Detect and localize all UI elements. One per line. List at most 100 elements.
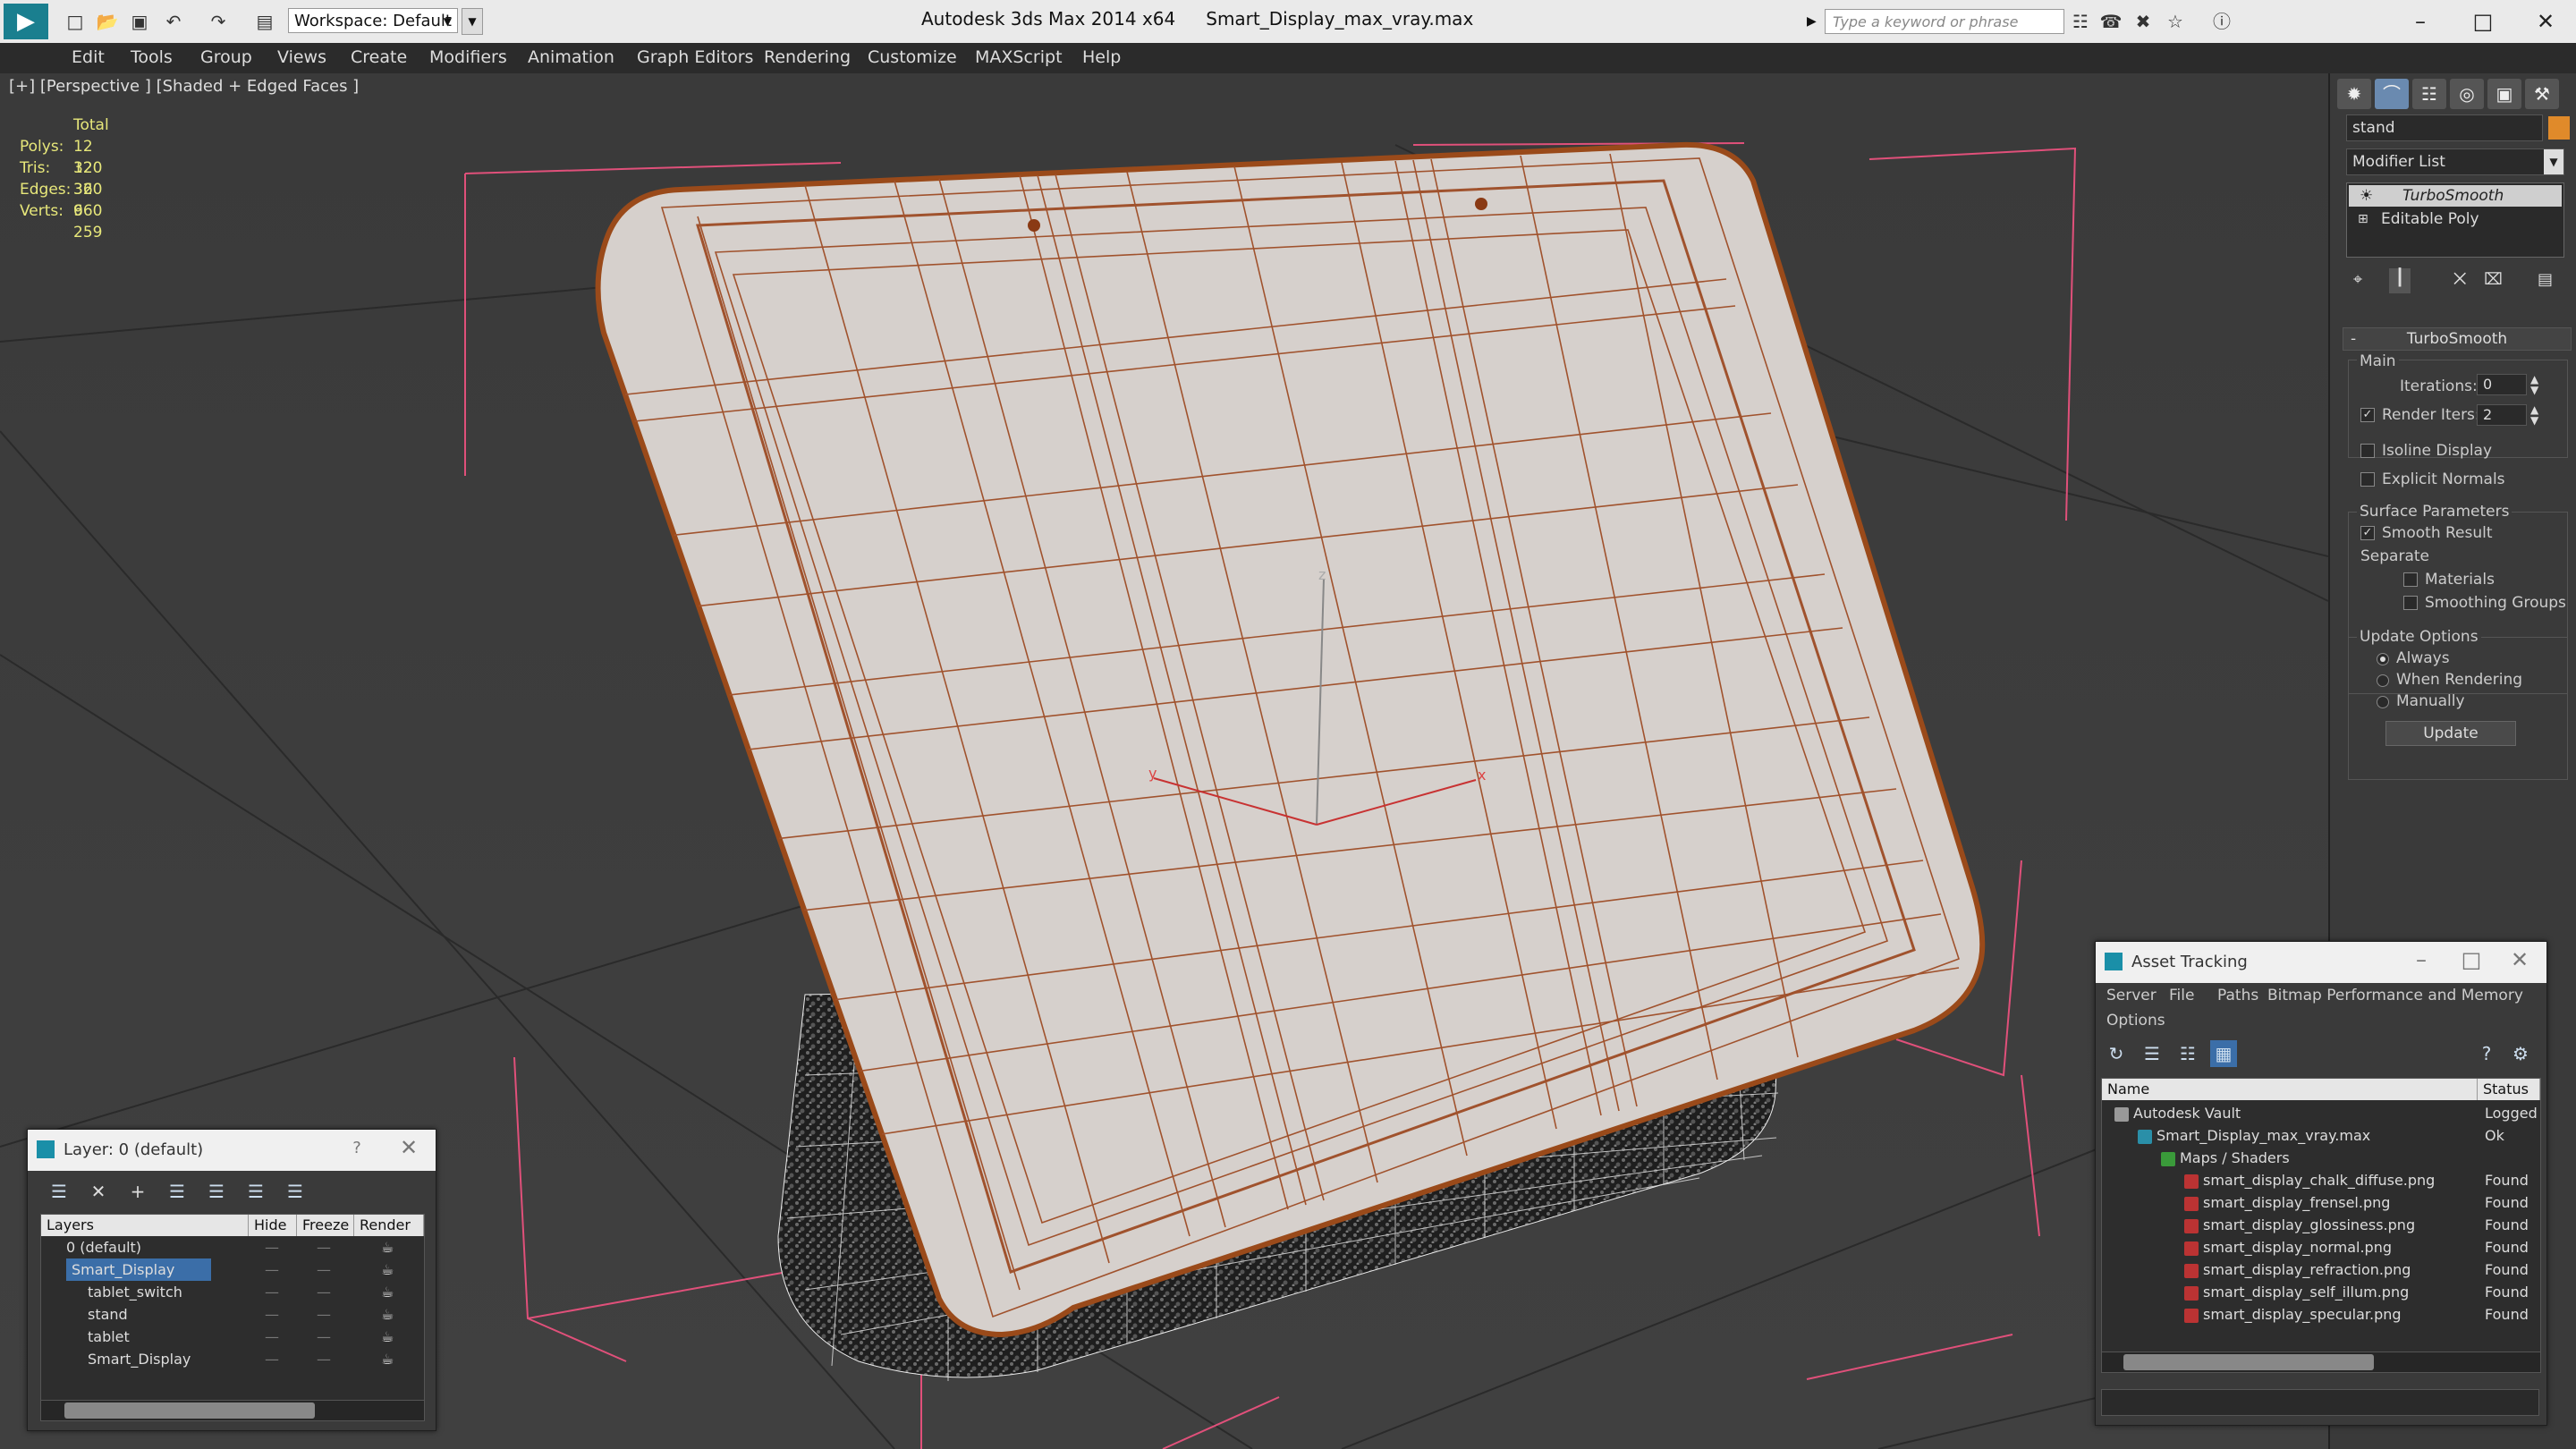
asset-path-field[interactable] (2101, 1389, 2539, 1416)
render-iters-checkbox[interactable]: ✓ (2360, 408, 2375, 422)
table-row[interactable]: smart_display_specular.png Found (2102, 1303, 2540, 1326)
asset-menu-bitmap-performance[interactable]: Bitmap Performance and Memory (2267, 987, 2523, 1004)
lightbulb-icon[interactable]: ☀ (2360, 185, 2373, 207)
menu-create[interactable]: Create (351, 47, 407, 67)
highlight-layer-icon[interactable]: ☰ (203, 1178, 230, 1205)
help-icon[interactable]: ? (2473, 1040, 2500, 1067)
table-row[interactable]: smart_display_normal.png Found (2102, 1236, 2540, 1258)
asset-menu-server[interactable]: Server (2106, 987, 2157, 1004)
display-tab-icon[interactable]: ▣ (2487, 79, 2521, 109)
menu-graph-editors[interactable]: Graph Editors (637, 47, 753, 67)
table-row[interactable]: smart_display_refraction.png Found (2102, 1258, 2540, 1281)
project-folder-icon[interactable]: ▤ (252, 9, 277, 34)
new-file-icon[interactable]: □ (63, 9, 88, 34)
freeze-toggle[interactable]: — (317, 1348, 331, 1370)
menu-maxscript[interactable]: MAXScript (975, 47, 1063, 67)
workspace-dropdown[interactable]: Workspace: Default ▼ (288, 8, 458, 33)
freeze-all-icon[interactable]: ☰ (282, 1178, 309, 1205)
stack-item-editable-poly[interactable]: ⊞ Editable Poly (2349, 208, 2562, 230)
table-row[interactable]: 0 (default) — — ☕ (41, 1236, 424, 1258)
render-iters-spinner[interactable]: 2 (2477, 404, 2527, 426)
table-row[interactable]: Smart_Display_max_vray.max Ok (2102, 1124, 2540, 1147)
smooth-result-checkbox[interactable]: ✓ (2360, 526, 2375, 540)
close-button[interactable]: ✕ (2519, 4, 2572, 39)
scrollbar-thumb[interactable] (64, 1402, 315, 1419)
asset-menu-file[interactable]: File (2169, 987, 2194, 1004)
add-to-layer-icon[interactable]: + (124, 1178, 151, 1205)
maximize-button[interactable]: □ (2456, 4, 2510, 39)
close-icon[interactable]: ✕ (2504, 947, 2536, 972)
app-logo-icon[interactable]: ▶ (4, 4, 48, 39)
menu-animation[interactable]: Animation (528, 47, 614, 67)
hierarchy-tab-icon[interactable]: ☷ (2412, 79, 2446, 109)
expand-plus-icon[interactable]: ⊞ (2358, 208, 2368, 230)
layer-dialog-titlebar[interactable]: Layer: 0 (default) ? ✕ (28, 1130, 436, 1171)
freeze-toggle[interactable]: — (317, 1281, 331, 1303)
asset-dialog-titlebar[interactable]: Asset Tracking – □ ✕ (2096, 942, 2546, 983)
object-color-swatch[interactable] (2548, 116, 2570, 140)
object-name-field[interactable]: stand (2346, 114, 2543, 141)
teapot-icon[interactable]: ☕ (381, 1281, 394, 1303)
hide-toggle[interactable]: — (265, 1236, 279, 1258)
table-row[interactable]: Maps / Shaders (2102, 1147, 2540, 1169)
utilities-tab-icon[interactable]: ⚒ (2525, 79, 2559, 109)
minimize-icon[interactable]: – (2405, 947, 2437, 972)
table-row[interactable]: Autodesk Vault Logged (2102, 1102, 2540, 1124)
select-objects-icon[interactable]: ☰ (164, 1178, 191, 1205)
maximize-icon[interactable]: □ (2455, 947, 2487, 972)
menu-help[interactable]: Help (1082, 47, 1121, 67)
hide-toggle[interactable]: — (265, 1348, 279, 1370)
status-column-header[interactable]: Status (2478, 1079, 2540, 1100)
close-icon[interactable]: ✕ (393, 1135, 425, 1160)
hide-toggle[interactable]: — (265, 1258, 279, 1281)
menu-group[interactable]: Group (200, 47, 252, 67)
search-expand-icon[interactable]: ▶ (1807, 9, 1823, 34)
teapot-icon[interactable]: ☕ (381, 1348, 394, 1370)
save-file-icon[interactable]: ▣ (127, 9, 152, 34)
hide-toggle[interactable]: — (265, 1281, 279, 1303)
teapot-icon[interactable]: ☕ (381, 1236, 394, 1258)
table-row[interactable]: tablet — — ☕ (41, 1326, 424, 1348)
modify-tab-icon[interactable]: ⌒ (2375, 79, 2409, 109)
freeze-column-header[interactable]: Freeze (297, 1215, 354, 1236)
refresh-icon[interactable]: ↻ (2103, 1040, 2130, 1067)
layer-hscrollbar[interactable] (40, 1400, 425, 1421)
configure-sets-icon[interactable]: ▤ (2538, 270, 2553, 289)
help-icon[interactable]: ⓘ (2209, 9, 2234, 34)
smoothing-groups-checkbox[interactable] (2403, 596, 2418, 610)
table-row[interactable]: smart_display_self_illum.png Found (2102, 1281, 2540, 1303)
freeze-toggle[interactable]: — (317, 1303, 331, 1326)
make-unique-icon[interactable]: ⨉ (2453, 270, 2466, 289)
workspace-menu-button[interactable]: ▼ (462, 8, 483, 35)
hide-toggle[interactable]: — (265, 1303, 279, 1326)
spinner-arrows-icon[interactable]: ▲ ▼ (2530, 374, 2538, 395)
open-file-icon[interactable]: 📂 (95, 9, 120, 34)
create-tab-icon[interactable]: ✹ (2337, 79, 2371, 109)
spinner-arrows-icon[interactable]: ▲ ▼ (2530, 404, 2538, 426)
hide-toggle[interactable]: — (265, 1326, 279, 1348)
stack-item-turbosmooth[interactable]: ☀ TurboSmooth (2349, 185, 2562, 207)
materials-checkbox[interactable] (2403, 572, 2418, 587)
table-row[interactable]: tablet_switch — — ☕ (41, 1281, 424, 1303)
freeze-toggle[interactable]: — (317, 1258, 331, 1281)
layers-column-header[interactable]: Layers (41, 1215, 249, 1236)
table-row[interactable]: Smart_Display — — ☕ (41, 1348, 424, 1370)
isoline-display-checkbox[interactable] (2360, 444, 2375, 458)
hide-column-header[interactable]: Hide (249, 1215, 297, 1236)
table-row[interactable]: smart_display_frensel.png Found (2102, 1191, 2540, 1214)
menu-rendering[interactable]: Rendering (764, 47, 851, 67)
menu-modifiers[interactable]: Modifiers (429, 47, 507, 67)
when-rendering-radio[interactable] (2377, 674, 2389, 687)
rollout-header[interactable]: - TurboSmooth (2343, 327, 2572, 351)
scrollbar-thumb[interactable] (2123, 1354, 2374, 1370)
viewport-label[interactable]: [+] [Perspective ] [Shaded + Edged Faces… (9, 77, 359, 96)
table-row[interactable]: smart_display_chalk_diffuse.png Found (2102, 1169, 2540, 1191)
menu-tools[interactable]: Tools (131, 47, 173, 67)
vault-settings-icon[interactable]: ⚙ (2507, 1040, 2534, 1067)
menu-edit[interactable]: Edit (72, 47, 105, 67)
help-button[interactable]: ? (341, 1139, 373, 1157)
binoculars-icon[interactable]: ☷ (2068, 9, 2093, 34)
asset-menu-paths[interactable]: Paths (2217, 987, 2258, 1004)
communication-center-icon[interactable]: ☎ (2098, 9, 2123, 34)
list-view-icon[interactable]: ☰ (2139, 1040, 2165, 1067)
